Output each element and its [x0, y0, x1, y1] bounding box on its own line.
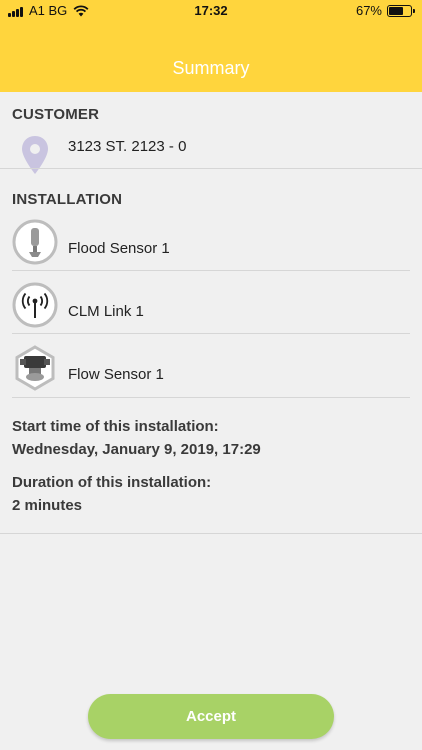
- divider: [0, 168, 422, 169]
- device-name: CLM Link 1: [68, 303, 144, 320]
- start-time-value: Wednesday, January 9, 2019, 17:29: [12, 441, 261, 458]
- duration-label: Duration of this installation:: [12, 474, 212, 491]
- customer-address: 3123 ST. 2123 - 0: [68, 138, 187, 155]
- page-title: Summary: [172, 58, 250, 78]
- divider: [12, 397, 410, 398]
- divider: [12, 333, 410, 334]
- device-name: Flow Sensor 1: [68, 366, 164, 383]
- status-bar: A1 BG 17:32 67%: [0, 0, 422, 22]
- location-pin-icon: [22, 136, 48, 174]
- battery-icon: [387, 4, 415, 17]
- duration-value: 2 minutes: [12, 497, 83, 514]
- divider: [12, 270, 410, 271]
- customer-heading: CUSTOMER: [12, 106, 100, 123]
- clm-link-icon: [12, 282, 58, 328]
- battery-percent: 67%: [355, 3, 382, 18]
- status-right: 67%: [355, 3, 415, 18]
- header: Summary: [0, 22, 422, 92]
- accept-button[interactable]: Accept: [88, 694, 334, 739]
- flood-sensor-icon: [12, 219, 58, 265]
- divider: [0, 533, 422, 534]
- device-name: Flood Sensor 1: [68, 240, 170, 257]
- start-time-label: Start time of this installation:: [12, 418, 219, 435]
- installation-heading: INSTALLATION: [12, 191, 123, 208]
- flow-sensor-icon: [15, 345, 55, 391]
- battery-level: [389, 6, 404, 15]
